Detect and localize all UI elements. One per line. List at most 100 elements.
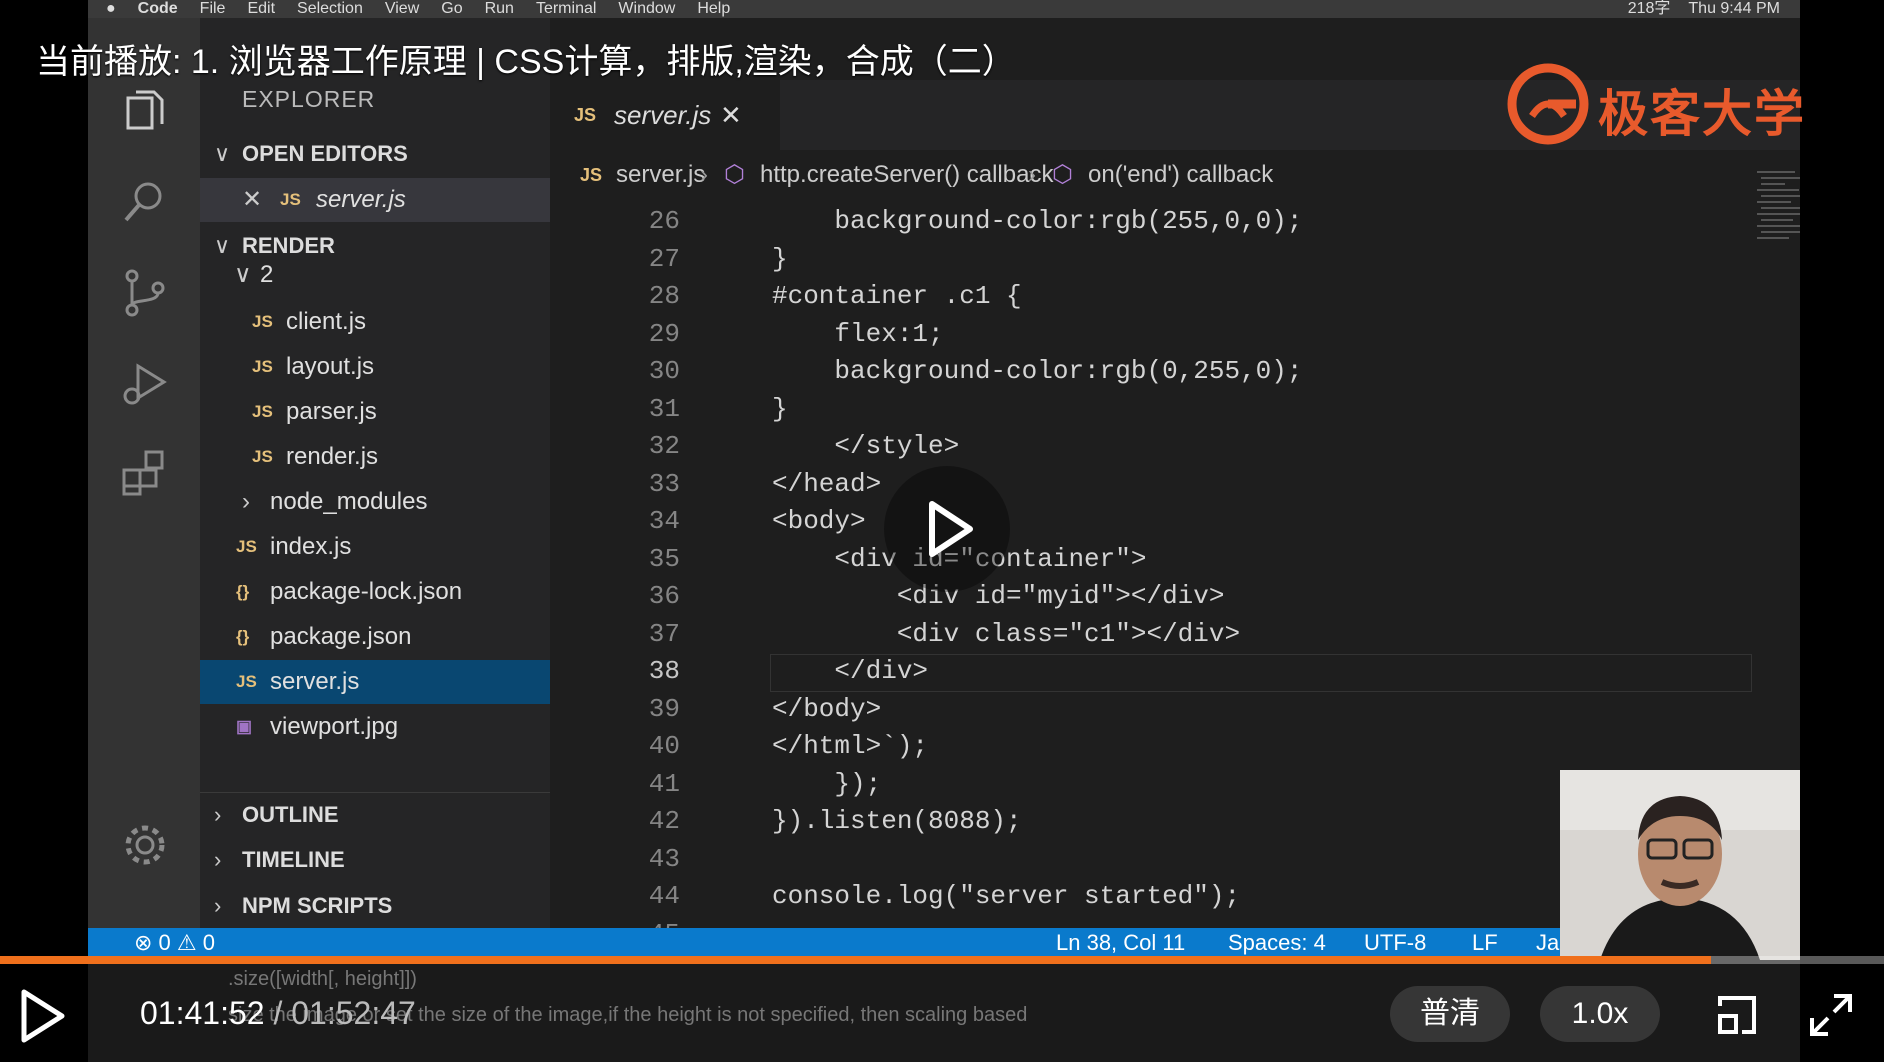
fullscreen-icon — [1810, 994, 1852, 1036]
chevron-right-icon: › — [700, 161, 708, 188]
encoding: UTF-8 — [1364, 930, 1427, 955]
menu-item: Terminal — [535, 0, 597, 17]
file-item: ▣ viewport.jpg — [200, 705, 550, 749]
menu-item: Selection — [297, 0, 363, 17]
pip-icon — [1718, 996, 1756, 1034]
status-bar: ⊗ 0 ⚠ 0 Ln 38, Col 11 Spaces: 4 UTF-8 LF… — [88, 928, 1800, 958]
line-number: 37 — [648, 618, 680, 649]
image-file-icon: ▣ — [236, 717, 253, 736]
line-number: 36 — [648, 581, 680, 611]
js-file-icon: JS — [280, 190, 301, 209]
line-number: 28 — [648, 281, 680, 311]
time-display: 01:41:52 / 01:52:47 — [140, 995, 416, 1032]
file-name: index.js — [270, 533, 352, 560]
file-item: JS render.js — [200, 435, 550, 479]
file-name: 2 — [260, 262, 274, 288]
line-number: 33 — [648, 468, 680, 499]
file-name: layout.js — [286, 353, 375, 380]
code-area: 26 background-color:rgb(255,0,0); 27} 28 #c… — [550, 200, 1752, 949]
picture-in-picture-button[interactable] — [1712, 990, 1762, 1040]
fullscreen-button[interactable] — [1806, 990, 1856, 1040]
brand-logo: 极客大学 — [1506, 62, 1806, 146]
section-label: TIMELINE — [242, 847, 345, 872]
progress-fill — [0, 956, 1711, 964]
code-line: }).listen(8088); — [772, 806, 1022, 836]
json-file-icon: {} — [236, 627, 250, 646]
cursor-position: Ln 38, Col 11 — [1056, 930, 1186, 955]
folder-item: ∨ 2 — [200, 262, 550, 288]
breadcrumb: JS server.js › ⬡ http.createServer() cal… — [550, 150, 1800, 200]
chevron-down-icon: ∨ — [214, 141, 231, 166]
section-label: NPM SCRIPTS — [242, 893, 393, 918]
file-name: server.js — [270, 668, 360, 695]
method-icon: ⬡ — [724, 161, 745, 188]
now-playing-title: 当前播放: 1. 浏览器工作原理 | CSS计算，排版,渲染，合成（二） — [36, 43, 1016, 81]
line-number: 32 — [648, 431, 680, 461]
open-editors-section: ∨ OPEN EDITORS — [200, 132, 550, 176]
file-item: {} package.json — [200, 615, 550, 659]
source-control-icon — [120, 268, 170, 318]
editor-tab: JS server.js ✕ — [550, 80, 780, 150]
code-line: }); — [772, 768, 882, 799]
file-item: {} package-lock.json — [200, 570, 550, 614]
file-name: render.js — [286, 443, 379, 470]
code-line: #container .c1 { — [772, 281, 1022, 311]
file-item: JS layout.js — [200, 345, 550, 389]
chevron-right-icon: › — [1028, 161, 1036, 188]
code-line: flex:1; — [772, 318, 944, 349]
code-line: background-color:rgb(255,0,0); — [772, 206, 1303, 236]
line-number: 35 — [648, 543, 680, 574]
file-name: viewport.jpg — [270, 713, 399, 740]
logo-text: 极客大学 — [1598, 86, 1806, 142]
speed-button[interactable]: 1.0x — [1540, 986, 1660, 1042]
close-icon: ✕ — [720, 100, 742, 130]
js-file-icon: JS — [252, 312, 273, 331]
open-editor-item: ✕ JS server.js — [200, 178, 550, 222]
code-line: </body> — [772, 693, 882, 724]
status-text: 218字 — [1627, 0, 1671, 17]
menu-item: Edit — [247, 0, 276, 17]
file-item: JS client.js — [200, 300, 550, 344]
file-name: package-lock.json — [270, 578, 463, 605]
file-name: package.json — [270, 623, 412, 650]
code-line: } — [772, 243, 788, 274]
code-line: </style> — [772, 431, 960, 461]
line-number: 39 — [648, 693, 680, 724]
menu-item: Help — [697, 0, 731, 17]
quality-button[interactable]: 普清 — [1390, 986, 1510, 1042]
js-file-icon: JS — [236, 537, 257, 556]
js-file-icon: JS — [252, 402, 273, 421]
method-icon: ⬡ — [1052, 161, 1073, 188]
code-line: background-color:rgb(0,255,0); — [772, 356, 1303, 386]
play-icon — [929, 501, 973, 557]
code-line: <div class="c1"></div> — [772, 618, 1241, 649]
extensions-icon — [120, 448, 170, 498]
js-file-icon: JS — [252, 357, 273, 376]
search-icon — [120, 176, 170, 226]
minimap — [1755, 168, 1800, 248]
line-number: 34 — [648, 506, 680, 536]
menu-item: File — [199, 0, 226, 17]
menu-item: Window — [618, 0, 676, 17]
code-line: } — [772, 393, 788, 424]
menu-item: View — [384, 0, 420, 17]
center-play-button[interactable] — [884, 466, 1010, 592]
line-number: 42 — [648, 806, 680, 836]
menu-item: Code — [137, 0, 178, 17]
run-debug-icon — [120, 358, 170, 408]
outline-section: › OUTLINE — [200, 792, 550, 837]
play-icon — [21, 989, 65, 1043]
line-number: 27 — [648, 243, 680, 274]
video-progress-bar[interactable] — [0, 956, 1884, 964]
close-icon: ✕ — [242, 186, 263, 213]
indent-setting: Spaces: 4 — [1228, 930, 1326, 955]
line-number: 44 — [648, 881, 680, 911]
play-button[interactable] — [18, 988, 68, 1044]
menu-item: Go — [441, 0, 463, 17]
video-player[interactable]: ● Code File Edit Selection View Go Run T… — [0, 0, 1884, 1062]
file-item: JS parser.js — [200, 390, 550, 434]
code-line: </head> — [772, 468, 882, 499]
file-name: server.js — [316, 186, 406, 213]
file-name: parser.js — [286, 398, 377, 425]
file-item: JS index.js — [200, 525, 550, 569]
